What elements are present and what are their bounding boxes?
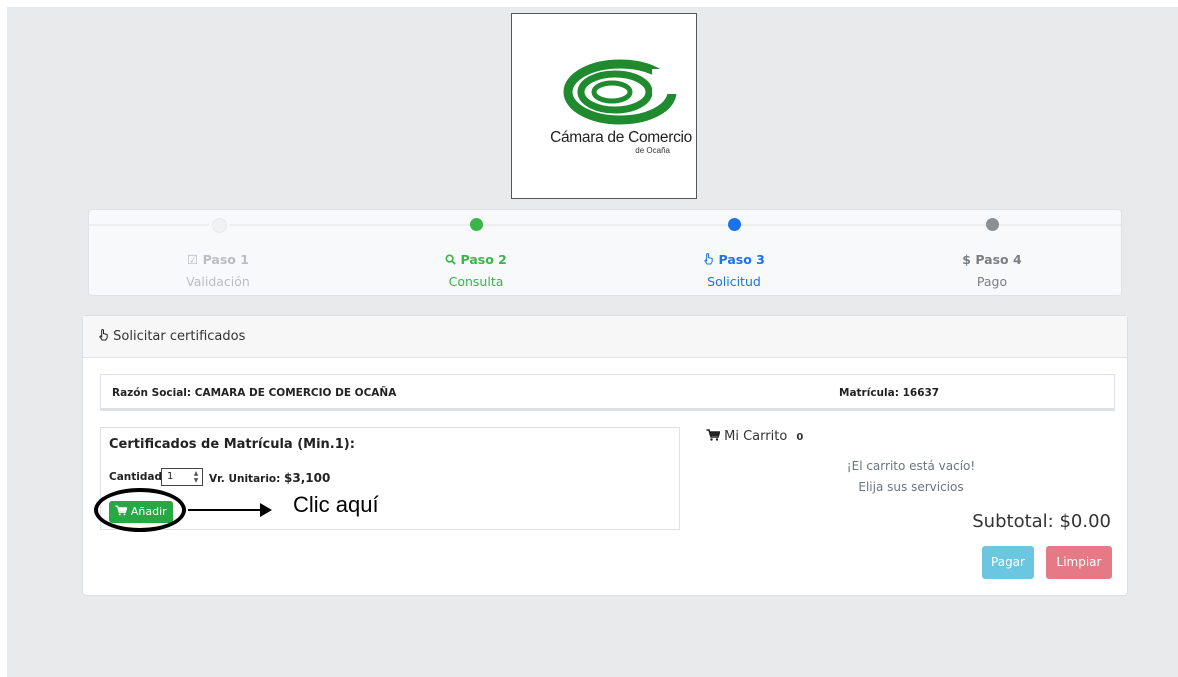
arrow-line [188, 509, 262, 511]
company-logo: Cámara de Comercio de Ocaña [511, 13, 697, 199]
quantity-stepper[interactable]: 1 ▲ ▼ [161, 468, 203, 486]
cart-header: Mi Carrito 0 [706, 429, 803, 444]
steps-track [89, 224, 1121, 226]
razon-social: Razón Social: CAMARA DE COMERCIO DE OCAÑ… [112, 387, 397, 399]
cart-label: Mi Carrito [724, 429, 788, 444]
dollar-icon: $ [962, 252, 971, 267]
company-info-bar: Razón Social: CAMARA DE COMERCIO DE OCAÑ… [100, 374, 1115, 411]
step-4-title: $ Paso 4 [962, 252, 1022, 267]
cart-icon [706, 429, 720, 441]
cart-empty-hint: Elija sus servicios [858, 480, 964, 494]
panel-header: Solicitar certificados [83, 316, 1127, 358]
unit-price: Vr. Unitario: $3,100 [209, 471, 331, 485]
logo-name: Cámara de Comercio [550, 129, 692, 146]
subtotal: Subtotal: $0.00 [972, 511, 1111, 532]
cart-count: 0 [796, 432, 804, 443]
step-1-title: ☑ Paso 1 [187, 252, 249, 267]
step-2-subtitle: Consulta [448, 274, 504, 289]
logo-subname: de Ocaña [635, 146, 670, 155]
checkbox-icon: ☑ [187, 252, 199, 267]
steps-wizard: ☑ Paso 1 Validación Paso 2 Consulta Paso… [88, 209, 1122, 296]
panel-title: Solicitar certificados [113, 329, 246, 344]
cart-empty-message: ¡El carrito está vacío! [846, 459, 976, 473]
logo-rings-icon [563, 59, 692, 125]
annotation-text: Clic aquí [293, 492, 379, 517]
certificate-card: Certificados de Matrícula (Min.1): Canti… [100, 427, 680, 530]
spinner-arrows-icon[interactable]: ▲ ▼ [192, 470, 200, 484]
step-2-dot [470, 218, 483, 231]
highlight-ellipse [94, 488, 186, 532]
search-icon [445, 254, 456, 265]
step-3-title: Paso 3 [605, 252, 863, 267]
step-2-title: Paso 2 [347, 252, 605, 267]
step-4-dot [986, 218, 999, 231]
step-3-subtitle: Solicitud [707, 274, 761, 289]
certificate-title: Certificados de Matrícula (Min.1): [109, 437, 355, 452]
pay-button[interactable]: Pagar [982, 546, 1034, 579]
step-1-subtitle: Validación [186, 274, 250, 289]
request-panel: Solicitar certificados Razón Social: CAM… [82, 315, 1128, 596]
step-4-subtitle: Pago [976, 274, 1008, 289]
arrow-right-icon [260, 503, 272, 517]
hand-pointer-icon [704, 253, 713, 265]
step-1-dot [212, 218, 227, 233]
matricula: Matrícula: 16637 [839, 387, 940, 399]
quantity-value: 1 [167, 471, 174, 482]
clear-button[interactable]: Limpiar [1046, 546, 1112, 579]
hand-pointer-icon [99, 329, 108, 341]
step-3-dot [728, 218, 741, 231]
quantity-label: Cantidad: [109, 471, 167, 483]
